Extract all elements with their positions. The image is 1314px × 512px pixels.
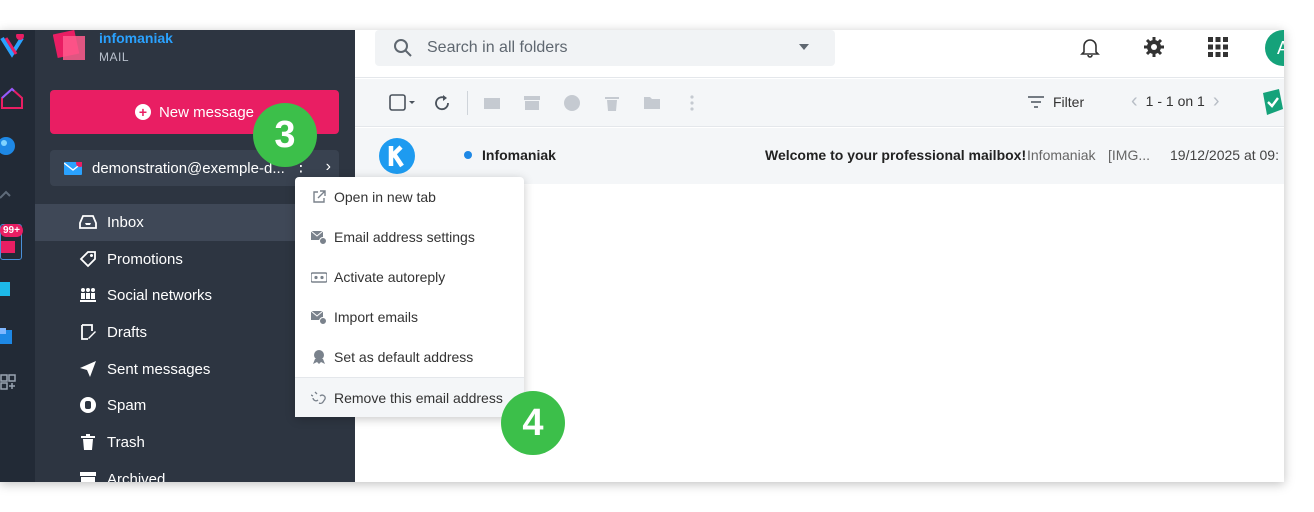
account-email: demonstration@exemple-d... (92, 159, 285, 177)
menu-email-settings[interactable]: Email address settings (295, 217, 524, 257)
spam-action-icon[interactable] (563, 94, 581, 112)
pagination: ‹ 1 - 1 on 1 › (1123, 91, 1228, 111)
globe-icon[interactable] (0, 134, 24, 158)
menu-set-default[interactable]: Set as default address (295, 337, 524, 377)
mail-sender: Infomaniak (482, 147, 556, 163)
mail-app-icon (1, 241, 15, 253)
chevron-right-icon[interactable]: › (326, 158, 331, 176)
app-rail: 99+ (0, 30, 35, 482)
menu-label: Email address settings (334, 229, 475, 245)
menu-label: Import emails (334, 309, 419, 325)
inbox-icon (79, 215, 97, 229)
folder-label: Spam (107, 397, 147, 415)
move-folder-icon[interactable] (643, 94, 661, 112)
mail-preview-tag: [IMG... (1108, 147, 1150, 163)
checked-badge-icon[interactable] (1259, 89, 1284, 117)
brand-product: MAIL (99, 50, 130, 64)
folder-label: Sent messages (107, 360, 211, 378)
archive-icon (80, 471, 96, 482)
pager-label: 1 - 1 on 1 (1145, 93, 1205, 109)
mail-toolbar: Filter ‹ 1 - 1 on 1 › (355, 79, 1284, 127)
search-box[interactable]: Search in all folders (375, 30, 835, 66)
search-placeholder: Search in all folders (427, 39, 568, 56)
trash-icon (81, 434, 95, 451)
mail-import-icon (311, 310, 327, 325)
mail-preview: Infomaniak (1027, 147, 1096, 163)
send-icon (80, 360, 96, 377)
new-message-label: New message (158, 103, 255, 121)
autoreply-icon (311, 272, 327, 283)
folder-label: Inbox (107, 213, 144, 231)
filter-button[interactable]: Filter (1027, 94, 1084, 110)
step-marker-3: 3 (253, 103, 317, 167)
brand-name: infomaniak (99, 30, 173, 46)
home-icon[interactable] (0, 86, 24, 110)
search-icon (394, 39, 412, 57)
filter-label: Filter (1053, 94, 1085, 110)
toolbar-divider (467, 91, 468, 115)
menu-import-emails[interactable]: Import emails (295, 297, 524, 337)
menu-open-new-tab[interactable]: Open in new tab (295, 177, 524, 217)
mark-read-icon[interactable] (483, 94, 501, 112)
award-icon (313, 350, 325, 364)
chevron-left-icon[interactable]: ‹ (1131, 91, 1138, 111)
mail-list-row[interactable]: Infomaniak Welcome to your professional … (355, 128, 1284, 184)
menu-label: Set as default address (334, 349, 474, 365)
step-marker-4: 4 (501, 391, 565, 455)
account-context-menu: Open in new tab Email address settings A… (295, 177, 524, 417)
mail-date: 19/12/2025 at 09: (1170, 147, 1279, 163)
folder-label: Social networks (107, 287, 213, 305)
menu-label: Open in new tab (334, 189, 436, 205)
menu-remove-address[interactable]: Remove this email address (295, 377, 524, 417)
unread-badge: 99+ (0, 224, 23, 237)
user-avatar[interactable]: A (1265, 30, 1284, 66)
filter-icon (1028, 96, 1044, 108)
select-all-checkbox-icon[interactable] (389, 94, 415, 112)
add-app-icon[interactable] (0, 374, 24, 398)
folder-label: Archived (107, 470, 166, 482)
infomaniak-logo-icon[interactable] (0, 34, 24, 58)
chevron-right-icon[interactable]: › (1213, 91, 1220, 111)
envelope-icon (64, 161, 82, 175)
spam-hand-icon (80, 397, 96, 414)
unlink-icon (311, 391, 326, 405)
menu-activate-autoreply[interactable]: Activate autoreply (295, 257, 524, 297)
sender-avatar-icon (379, 138, 415, 174)
app-window: 99+ infomaniak MAIL + New message demons… (0, 30, 1284, 482)
delete-action-icon[interactable] (603, 94, 621, 112)
more-actions-icon[interactable] (683, 94, 701, 112)
folder-label: Promotions (107, 250, 183, 268)
drive-icon[interactable] (0, 278, 24, 302)
mail-subject: Welcome to your professional mailbox! (765, 147, 1027, 163)
menu-label: Activate autoreply (334, 269, 446, 285)
mail-settings-icon (311, 230, 327, 245)
people-icon (80, 288, 96, 303)
archive-action-icon[interactable] (523, 94, 541, 112)
gear-icon[interactable] (1143, 36, 1165, 58)
folder-label: Drafts (107, 323, 148, 341)
top-bar: Search in all folders A (355, 30, 1284, 78)
tag-icon (79, 250, 96, 267)
plus-icon: + (134, 104, 151, 120)
bell-icon[interactable] (1079, 36, 1101, 58)
folder-label: Trash (107, 433, 145, 451)
chevron-down-icon[interactable] (799, 44, 809, 50)
kdrive-icon[interactable] (0, 326, 24, 350)
folder-trash[interactable]: Trash (35, 424, 355, 461)
external-link-icon (313, 190, 326, 203)
apps-grid-icon[interactable] (1207, 36, 1229, 58)
refresh-icon[interactable] (433, 94, 451, 112)
chart-icon[interactable] (0, 182, 24, 206)
unread-dot (464, 151, 472, 159)
mail-logo-icon (53, 30, 85, 60)
menu-label: Remove this email address (334, 389, 503, 406)
draft-icon (81, 324, 96, 340)
folder-archived[interactable]: Archived (35, 461, 355, 482)
